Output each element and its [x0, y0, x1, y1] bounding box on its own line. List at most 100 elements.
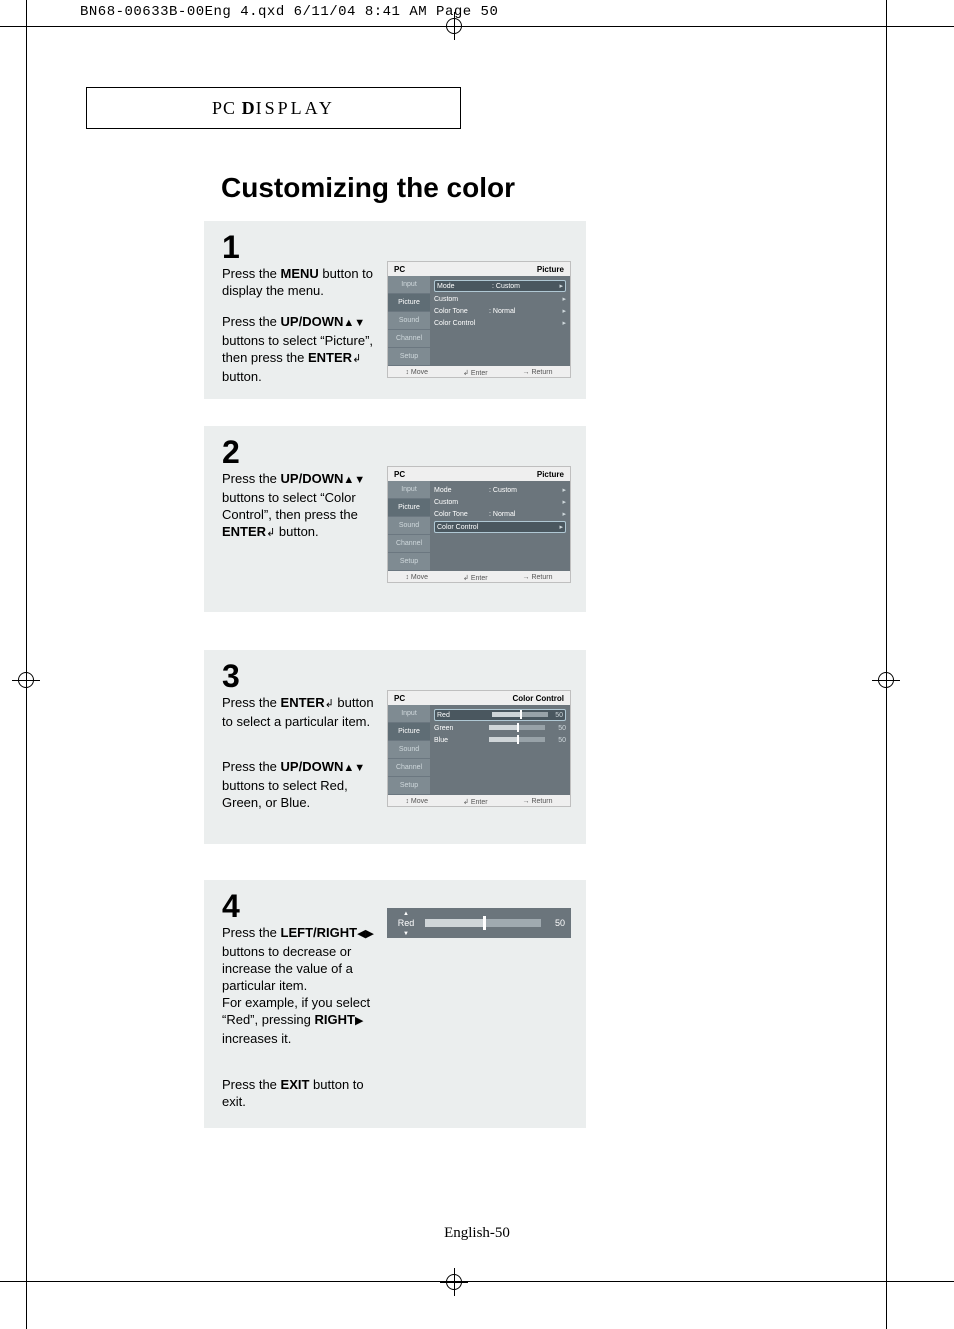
- slider-icon: [492, 712, 548, 717]
- header-main: D: [242, 98, 256, 118]
- osd-row-mode: Mode: Custom▸: [434, 280, 566, 292]
- osd-row-mode: Mode: Custom▸: [434, 484, 566, 496]
- text: Press the: [222, 471, 281, 486]
- text: Press the: [222, 314, 281, 329]
- osd-row-blue: Blue50: [434, 734, 566, 746]
- osd-tab-setup: Setup: [388, 777, 430, 795]
- text: increases it.: [222, 1031, 291, 1046]
- step-number: 4: [222, 888, 240, 925]
- crop-mark: [26, 0, 27, 1329]
- osd-footer: ↕ Move ↲ Enter → Return: [388, 366, 570, 379]
- move-icon: ↕: [405, 574, 409, 581]
- osd-tab-setup: Setup: [388, 348, 430, 366]
- osd-screenshot-colorcontrol: PC Color Control Input Picture Sound Cha…: [387, 690, 571, 807]
- move-icon: ↕: [405, 369, 409, 376]
- osd-source: PC: [394, 694, 405, 703]
- osd-row-custom: Custom▸: [434, 293, 566, 305]
- header-prefix: PC: [212, 98, 242, 118]
- section-header: PC DISPLAY: [86, 87, 461, 129]
- enter-icon: ↲: [266, 527, 275, 539]
- updown-icon: ▲▼: [343, 317, 365, 329]
- leftright-icon: ◀▶: [357, 928, 374, 940]
- adjust-label: ▲ Red ▼: [393, 908, 419, 939]
- osd-tab-sound: Sound: [388, 312, 430, 330]
- osd-main: Mode: Custom▸ Custom▸ Color Tone: Normal…: [430, 276, 570, 366]
- osd-adjust-red: ▲ Red ▼ 50: [387, 908, 571, 938]
- osd-footer: ↕ Move ↲ Enter → Return: [388, 571, 570, 584]
- step-3: 3 Press the ENTER↲ button to select a pa…: [204, 650, 586, 844]
- registration-mark: [12, 666, 40, 694]
- enter-icon: ↲: [352, 353, 361, 365]
- osd-screenshot-picture: PC Picture Input Picture Sound Channel S…: [387, 261, 571, 378]
- osd-source: PC: [394, 265, 405, 274]
- osd-title: Picture: [537, 265, 564, 274]
- text: button.: [222, 369, 262, 384]
- text-bold: RIGHT: [314, 1012, 354, 1027]
- osd-row-red: Red50: [434, 709, 566, 721]
- osd-tab-picture: Picture: [388, 723, 430, 741]
- enter-icon: ↲: [463, 575, 469, 582]
- text: Press the: [222, 695, 281, 710]
- section-header-text: PC DISPLAY: [212, 98, 335, 119]
- text: Press the: [222, 759, 281, 774]
- osd-tabs: Input Picture Sound Channel Setup: [388, 705, 430, 795]
- updown-icon: ▲▼: [343, 474, 365, 486]
- updown-icon: ▲▼: [343, 762, 365, 774]
- text-bold: MENU: [281, 266, 319, 281]
- osd-tab-input: Input: [388, 481, 430, 499]
- osd-tabs: Input Picture Sound Channel Setup: [388, 481, 430, 571]
- up-icon: ▲: [403, 911, 409, 917]
- step-4: 4 Press the LEFT/RIGHT◀▶ buttons to decr…: [204, 880, 586, 1128]
- osd-row-colortone: Color Tone: Normal▸: [434, 508, 566, 520]
- osd-tab-setup: Setup: [388, 553, 430, 571]
- osd-tabs: Input Picture Sound Channel Setup: [388, 276, 430, 366]
- page-title: Customizing the color: [221, 172, 515, 204]
- crop-mark: [0, 26, 954, 27]
- text-bold: ENTER: [281, 695, 325, 710]
- osd-tab-channel: Channel: [388, 759, 430, 777]
- osd-source: PC: [394, 470, 405, 479]
- print-slug: BN68-00633B-00Eng 4.qxd 6/11/04 8:41 AM …: [80, 4, 498, 20]
- text: Press the: [222, 266, 281, 281]
- osd-tab-sound: Sound: [388, 517, 430, 535]
- step-number: 1: [222, 229, 240, 266]
- text-bold: EXIT: [281, 1077, 310, 1092]
- text: buttons to decrease or increase the valu…: [222, 944, 353, 993]
- osd-main: Mode: Custom▸ Custom▸ Color Tone: Normal…: [430, 481, 570, 571]
- osd-title: Picture: [537, 470, 564, 479]
- adjust-value: 50: [547, 918, 565, 928]
- text: buttons to select Red, Green, or Blue.: [222, 778, 348, 810]
- osd-tab-channel: Channel: [388, 330, 430, 348]
- text: buttons to select “Color Control”, then …: [222, 490, 358, 522]
- return-icon: →: [523, 798, 530, 805]
- osd-tab-picture: Picture: [388, 499, 430, 517]
- header-rest: ISPLAY: [256, 98, 335, 118]
- crop-mark: [886, 0, 887, 1329]
- slider-icon: [425, 919, 541, 927]
- osd-tab-channel: Channel: [388, 535, 430, 553]
- osd-row-colorcontrol: Color Control▸: [434, 521, 566, 533]
- return-icon: →: [523, 369, 530, 376]
- enter-icon: ↲: [325, 698, 334, 710]
- text: button.: [275, 524, 318, 539]
- down-icon: ▼: [403, 931, 409, 937]
- right-icon: ▶: [355, 1015, 363, 1027]
- crop-mark: [0, 1281, 954, 1282]
- step-1: 1 Press the MENU button to display the m…: [204, 221, 586, 399]
- enter-icon: ↲: [463, 799, 469, 806]
- page-number: English-50: [0, 1225, 954, 1242]
- text-bold: UP/DOWN: [281, 471, 344, 486]
- osd-row-colorcontrol: Color Control▸: [434, 317, 566, 329]
- slider-icon: [489, 725, 545, 730]
- osd-tab-sound: Sound: [388, 741, 430, 759]
- text: Press the: [222, 1077, 281, 1092]
- osd-screenshot-picture: PC Picture Input Picture Sound Channel S…: [387, 466, 571, 583]
- step-2: 2 Press the UP/DOWN▲▼ buttons to select …: [204, 426, 586, 612]
- osd-footer: ↕ Move ↲ Enter → Return: [388, 795, 570, 808]
- registration-mark: [872, 666, 900, 694]
- osd-tab-input: Input: [388, 276, 430, 294]
- text: Press the: [222, 925, 281, 940]
- text-bold: UP/DOWN: [281, 314, 344, 329]
- osd-tab-picture: Picture: [388, 294, 430, 312]
- registration-mark: [440, 1268, 468, 1296]
